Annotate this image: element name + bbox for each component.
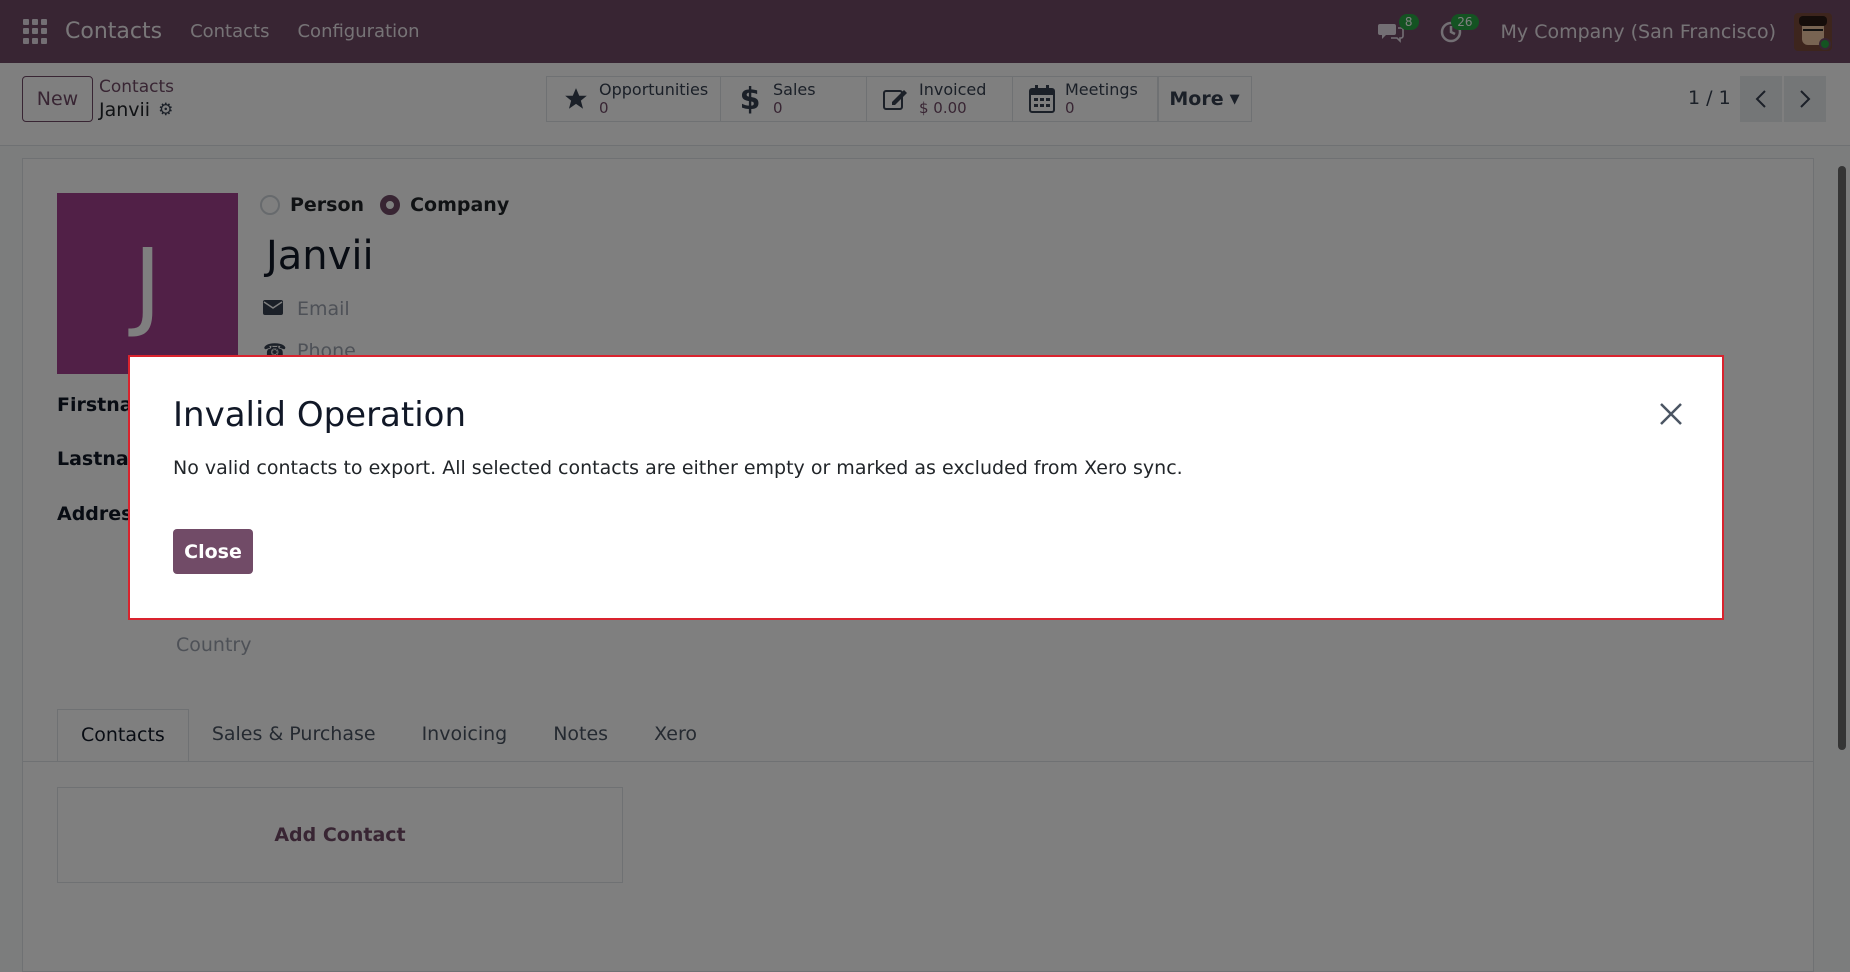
close-button[interactable]: Close (173, 529, 253, 574)
dialog-message: No valid contacts to export. All selecte… (173, 457, 1183, 479)
close-icon[interactable] (1656, 399, 1686, 429)
dialog-title: Invalid Operation (173, 395, 467, 435)
invalid-operation-dialog: Invalid Operation No valid contacts to e… (128, 355, 1724, 620)
